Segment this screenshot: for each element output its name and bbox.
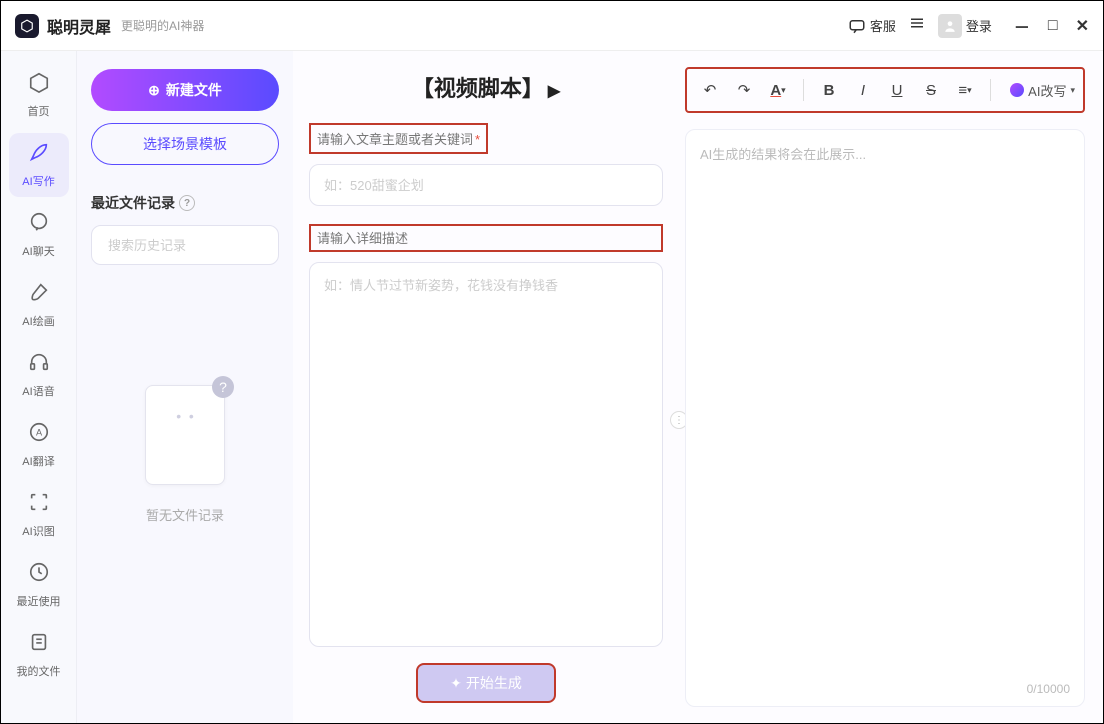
detail-textarea[interactable] [309,262,663,647]
title-text: 【视频脚本】 [412,76,544,101]
help-icon[interactable]: ? [179,195,195,211]
menu-button[interactable] [908,14,926,37]
text-a-icon: A [770,82,781,99]
ai-rewrite-label: AI改写 [1028,81,1066,100]
rail-home[interactable]: 首页 [9,63,69,127]
choose-template-button[interactable]: 选择场景模板 [91,123,279,165]
ai-sparkle-icon [1010,83,1024,97]
separator [803,79,804,101]
rail-ai-write[interactable]: AI写作 [9,133,69,197]
underline-button[interactable]: U [882,75,912,105]
strikethrough-icon: S [926,82,936,99]
new-file-label: 新建文件 [166,80,222,100]
translate-icon: A [28,421,50,449]
close-button[interactable]: ✕ [1076,16,1089,36]
separator [990,79,991,101]
detail-label-text: 请输入详细描述 [317,231,408,246]
new-file-button[interactable]: ⊕ 新建文件 [91,69,279,111]
rail-label: AI识图 [22,523,54,539]
generate-label: 开始生成 [466,673,522,693]
chat-icon [848,17,866,35]
rail-ai-voice[interactable]: AI语音 [9,343,69,407]
rail-ai-paint[interactable]: AI绘画 [9,273,69,337]
rail-label: 我的文件 [17,663,61,679]
page-title: 【视频脚本】▶ [309,71,663,103]
rail-label: 首页 [28,103,50,119]
undo-button[interactable]: ↶ [695,75,725,105]
rail-label: AI翻译 [22,453,54,469]
redo-button[interactable]: ↷ [729,75,759,105]
clock-icon [28,561,50,589]
customer-service-button[interactable]: 客服 [848,16,896,35]
output-area[interactable]: AI生成的结果将会在此展示... 0/10000 [685,129,1085,707]
login-button[interactable]: 登录 [938,14,992,38]
app-logo-icon [15,14,39,38]
topic-label: 请输入文章主题或者关键词* [309,123,488,154]
home-icon [28,71,50,99]
app-name: 聪明灵犀 [47,14,111,38]
editor-panel: 【视频脚本】▶ 请输入文章主题或者关键词* 请输入详细描述 ✦ 开始生成 ⋮ [293,51,679,723]
headphone-icon [28,351,50,379]
rail-label: AI语音 [22,383,54,399]
topic-label-text: 请输入文章主题或者关键词 [317,132,473,147]
svg-text:A: A [35,428,42,438]
play-icon[interactable]: ▶ [548,81,560,101]
rail-label: AI绘画 [22,313,54,329]
rail-ai-chat[interactable]: AI聊天 [9,203,69,267]
image-scan-icon [28,491,50,519]
strikethrough-button[interactable]: S [916,75,946,105]
char-counter: 0/10000 [1027,682,1070,696]
file-icon [28,631,50,659]
customer-service-label: 客服 [870,16,896,35]
login-label: 登录 [966,16,992,35]
empty-text: 暂无文件记录 [146,505,224,524]
brush-icon [28,281,50,309]
minimize-button[interactable]: － [1014,14,1030,38]
chevron-down-icon: ▾ [1070,85,1075,96]
rail-label: AI写作 [22,173,54,189]
avatar-icon [938,14,962,38]
format-toolbar: ↶ ↷ A▾ B I U S ≡▾ AI改写 ▾ [685,67,1085,113]
file-panel: ⊕ 新建文件 选择场景模板 最近文件记录 ? ? • • 暂无文件记录 [77,51,293,723]
plus-circle-icon: ⊕ [148,82,160,99]
bold-button[interactable]: B [814,75,844,105]
ai-rewrite-button[interactable]: AI改写 ▾ [1010,81,1075,100]
template-label: 选择场景模板 [143,134,227,154]
empty-state: ? • • 暂无文件记录 [91,385,279,524]
rail-my-files[interactable]: 我的文件 [9,623,69,687]
search-history-input-wrap[interactable] [91,225,279,265]
underline-icon: U [892,82,903,99]
bold-icon: B [824,82,835,99]
align-button[interactable]: ≡▾ [950,75,980,105]
undo-icon: ↶ [704,81,717,99]
rail-label: AI聊天 [22,243,54,259]
rail-ai-translate[interactable]: A AI翻译 [9,413,69,477]
app-tagline: 更聪明的AI神器 [121,17,204,34]
search-history-input[interactable] [108,238,284,253]
output-placeholder: AI生成的结果将会在此展示... [700,147,866,162]
topic-input[interactable] [309,164,663,206]
output-panel: ↶ ↷ A▾ B I U S ≡▾ AI改写 ▾ AI生成的结果将会在此展示..… [679,51,1103,723]
text-color-button[interactable]: A▾ [763,75,793,105]
chat-bubble-icon [28,211,50,239]
titlebar: 聪明灵犀 更聪明的AI神器 客服 登录 － □ ✕ [1,1,1103,51]
rail-label: 最近使用 [17,593,61,609]
italic-icon: I [861,82,865,99]
redo-icon: ↷ [738,81,751,99]
feather-icon [28,141,50,169]
generate-button[interactable]: ✦ 开始生成 [416,663,556,703]
rail-ai-image[interactable]: AI识图 [9,483,69,547]
recent-title: 最近文件记录 [91,193,175,213]
sparkle-icon: ✦ [450,675,462,692]
rail-recent[interactable]: 最近使用 [9,553,69,617]
recent-header: 最近文件记录 ? [91,193,279,213]
detail-label: 请输入详细描述 [309,224,663,252]
empty-doc-icon: ? • • [145,385,225,485]
align-icon: ≡ [958,82,967,99]
italic-button[interactable]: I [848,75,878,105]
hamburger-icon [908,14,926,32]
side-rail: 首页 AI写作 AI聊天 AI绘画 AI语音 [1,51,77,723]
maximize-button[interactable]: □ [1048,17,1058,35]
